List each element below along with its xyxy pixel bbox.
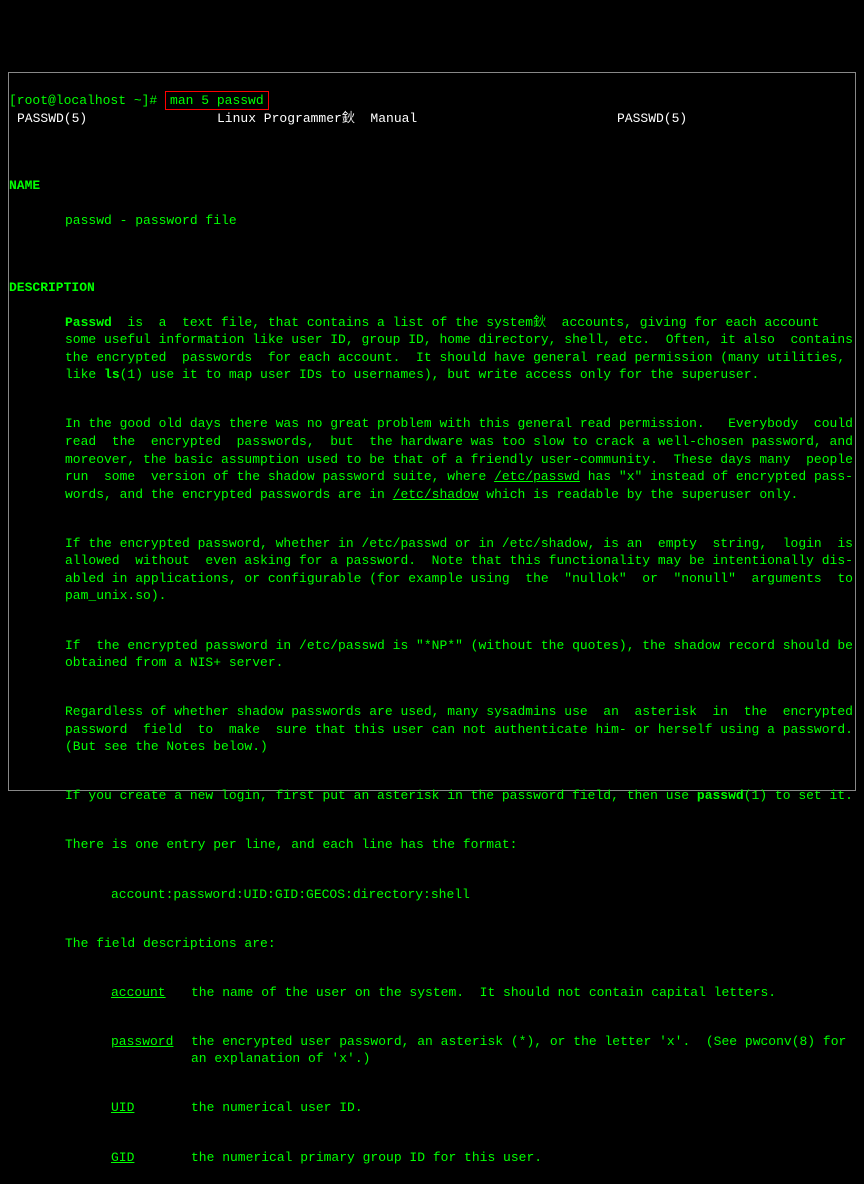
- desc-paragraph-4: If the encrypted password in /etc/passwd…: [9, 637, 855, 672]
- desc-p6a: If you create a new login, first put an …: [65, 788, 697, 803]
- field-password-desc: the encrypted user password, an asterisk…: [191, 1033, 855, 1068]
- field-gid-desc: the numerical primary group ID for this …: [191, 1149, 855, 1167]
- shell-prompt: [root@localhost ~]#: [9, 93, 165, 108]
- section-heading-description: DESCRIPTION: [9, 279, 855, 297]
- passwd-cmd-bold: passwd: [697, 788, 744, 803]
- man-header-right: PASSWD(5): [517, 110, 717, 128]
- field-account-desc: the name of the user on the system. It s…: [191, 984, 855, 1002]
- field-account-row: accountthe name of the user on the syste…: [9, 984, 855, 1002]
- desc-paragraph-1: Passwd is a text file, that contains a l…: [9, 314, 855, 384]
- passwd-bold: Passwd: [65, 315, 112, 330]
- command-highlight-box: man 5 passwd: [165, 91, 269, 111]
- desc-p2e: which is readable by the superuser only.: [478, 487, 798, 502]
- desc-paragraph-8: The field descriptions are:: [9, 935, 855, 953]
- section-heading-name: NAME: [9, 177, 855, 195]
- format-line: account:password:UID:GID:GECOS:directory…: [9, 886, 855, 904]
- ls-bold: ls: [104, 367, 120, 382]
- shell-prompt-line: [root@localhost ~]# man 5 passwd: [9, 93, 269, 108]
- desc-p6c: (1) to set it.: [744, 788, 853, 803]
- etc-passwd-link: /etc/passwd: [494, 469, 580, 484]
- desc-paragraph-7: There is one entry per line, and each li…: [9, 836, 855, 854]
- desc-paragraph-5: Regardless of whether shadow passwords a…: [9, 703, 855, 756]
- man-header-center: Linux Programmer鈥 Manual: [217, 110, 517, 128]
- field-uid-row: UIDthe numerical user ID.: [9, 1099, 855, 1117]
- field-gid-label: GID: [111, 1149, 191, 1167]
- desc-paragraph-3: If the encrypted password, whether in /e…: [9, 535, 855, 605]
- man-header-left: PASSWD(5): [17, 110, 217, 128]
- field-password-label: password: [111, 1033, 191, 1068]
- field-uid-label: UID: [111, 1099, 191, 1117]
- etc-shadow-link: /etc/shadow: [393, 487, 479, 502]
- man-header-row: PASSWD(5)Linux Programmer鈥 ManualPASSWD(…: [9, 110, 855, 128]
- desc-paragraph-2: In the good old days there was no great …: [9, 415, 855, 503]
- field-gid-row: GIDthe numerical primary group ID for th…: [9, 1149, 855, 1167]
- name-text: passwd - password file: [9, 212, 855, 230]
- desc-p1d: (1) use it to map user IDs to usernames)…: [120, 367, 760, 382]
- desc-paragraph-6: If you create a new login, first put an …: [9, 787, 855, 805]
- terminal-window[interactable]: [root@localhost ~]# man 5 passwd PASSWD(…: [8, 72, 856, 791]
- command-text: man 5 passwd: [170, 93, 264, 108]
- field-password-row: passwordthe encrypted user password, an …: [9, 1033, 855, 1068]
- field-account-label: account: [111, 984, 191, 1002]
- field-uid-desc: the numerical user ID.: [191, 1099, 855, 1117]
